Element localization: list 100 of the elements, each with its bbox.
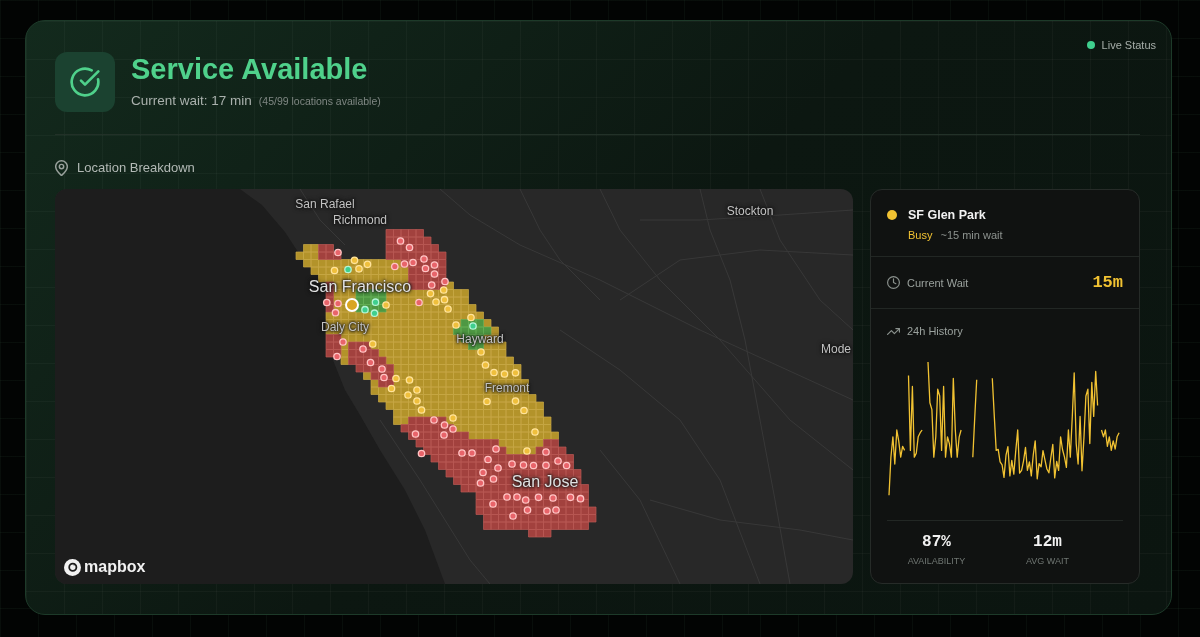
map-marker-icon[interactable] <box>549 494 557 502</box>
map-marker-icon[interactable] <box>511 397 520 405</box>
map-marker-icon[interactable] <box>519 461 528 469</box>
map-marker-icon[interactable] <box>430 416 438 424</box>
map-marker-icon[interactable] <box>484 455 492 464</box>
map-place-label: San Rafael <box>295 197 355 211</box>
map-marker-icon[interactable] <box>350 256 359 265</box>
map-marker-icon[interactable] <box>387 384 396 393</box>
map-marker-icon[interactable] <box>511 368 520 377</box>
map-marker-icon[interactable] <box>330 266 339 275</box>
map-marker-icon[interactable] <box>396 237 405 245</box>
map-marker-icon[interactable] <box>368 340 377 348</box>
map-marker-icon[interactable] <box>426 289 435 298</box>
map-marker-icon[interactable] <box>468 449 476 457</box>
map-marker-icon[interactable] <box>430 261 439 269</box>
map-marker-icon[interactable] <box>322 298 331 307</box>
map-marker-icon[interactable] <box>370 309 379 318</box>
map-marker-icon[interactable] <box>469 322 477 330</box>
map-marker-icon[interactable] <box>417 406 426 414</box>
map-marker-icon[interactable] <box>334 248 342 257</box>
map-marker-icon[interactable] <box>576 494 585 503</box>
status-title: Service Available <box>131 52 369 86</box>
location-name: SF Glen Park <box>908 207 986 224</box>
map-marker-icon[interactable] <box>415 298 423 307</box>
map-marker-icon[interactable] <box>477 348 485 356</box>
map-marker-icon[interactable] <box>333 352 341 361</box>
map-marker-icon[interactable] <box>483 397 491 406</box>
current-wait-text: Current wait: 17 min <box>131 92 252 110</box>
map-marker-icon[interactable] <box>449 414 457 422</box>
map-marker-icon[interactable] <box>382 301 390 309</box>
map-marker-icon[interactable] <box>334 299 342 308</box>
map-marker-icon[interactable] <box>529 461 538 470</box>
map-marker-icon[interactable] <box>520 406 528 415</box>
map-marker-icon[interactable] <box>467 313 475 322</box>
map-attribution[interactable]: mapbox <box>84 558 146 576</box>
map-marker-icon[interactable] <box>400 260 409 268</box>
map-marker-icon[interactable] <box>413 386 421 394</box>
map-marker-icon[interactable] <box>440 295 449 304</box>
map-marker-icon[interactable] <box>494 464 502 472</box>
map-marker-icon[interactable] <box>490 368 498 377</box>
map-marker-icon[interactable] <box>430 270 439 278</box>
map-marker-icon[interactable] <box>441 277 449 286</box>
map-marker-icon[interactable] <box>339 338 347 346</box>
map-marker-icon[interactable] <box>427 281 436 289</box>
map-marker-icon[interactable] <box>439 286 448 294</box>
map-marker-icon[interactable] <box>481 361 490 369</box>
map-marker-icon[interactable] <box>513 493 521 501</box>
current-wait-label: Current Wait <box>907 275 969 291</box>
map-marker-icon[interactable] <box>543 507 551 515</box>
map-marker-icon[interactable] <box>331 308 340 317</box>
map-marker-icon[interactable] <box>523 506 532 514</box>
map-marker-icon[interactable] <box>534 493 543 502</box>
logo-icon <box>64 558 81 576</box>
map-marker-icon[interactable] <box>476 479 485 487</box>
map-marker-icon[interactable] <box>489 475 498 483</box>
map-marker-icon[interactable] <box>420 255 428 263</box>
map-marker-icon[interactable] <box>413 397 421 405</box>
map-marker-icon[interactable] <box>355 264 363 273</box>
map-marker-icon[interactable] <box>552 506 560 514</box>
map-marker-icon[interactable] <box>500 370 509 378</box>
map-marker-icon[interactable] <box>503 493 511 501</box>
map-marker-icon[interactable] <box>479 468 487 477</box>
map-marker-icon[interactable] <box>378 365 386 373</box>
map-marker-icon[interactable] <box>421 264 430 273</box>
map-marker-icon[interactable] <box>449 425 457 433</box>
map-marker-icon[interactable] <box>380 373 388 382</box>
map-marker-icon[interactable] <box>440 421 449 429</box>
map-marker-icon[interactable] <box>432 298 440 306</box>
map-marker-icon[interactable] <box>417 449 426 458</box>
selected-marker-icon[interactable] <box>345 298 359 312</box>
map-marker-icon[interactable] <box>366 358 375 367</box>
map-marker-icon[interactable] <box>508 460 516 468</box>
map-marker-icon[interactable] <box>392 374 400 383</box>
map-marker-icon[interactable] <box>521 496 530 504</box>
map-marker-icon[interactable] <box>566 493 575 502</box>
map-marker-icon[interactable] <box>458 449 466 457</box>
map-marker-icon[interactable] <box>531 428 539 436</box>
map-marker-icon[interactable] <box>523 447 531 455</box>
map-marker-icon[interactable] <box>542 448 550 456</box>
map-marker-icon[interactable] <box>452 321 460 329</box>
map-marker-icon[interactable] <box>492 445 500 453</box>
map-marker-icon[interactable] <box>489 500 497 508</box>
map-marker-icon[interactable] <box>444 305 452 313</box>
map-marker-icon[interactable] <box>344 265 352 274</box>
map-marker-icon[interactable] <box>405 376 414 384</box>
map-marker-icon[interactable] <box>359 345 367 353</box>
map-marker-icon[interactable] <box>542 461 550 470</box>
map-marker-icon[interactable] <box>409 258 417 267</box>
map-marker-icon[interactable] <box>562 461 571 470</box>
map-marker-icon[interactable] <box>390 262 399 271</box>
map-marker-icon[interactable] <box>371 298 380 307</box>
map-marker-icon[interactable] <box>363 260 372 269</box>
map-marker-icon[interactable] <box>361 305 369 314</box>
map-marker-icon[interactable] <box>411 430 420 438</box>
map-marker-icon[interactable] <box>405 243 414 252</box>
map-marker-icon[interactable] <box>554 457 562 465</box>
map-marker-icon[interactable] <box>404 391 412 399</box>
map-marker-icon[interactable] <box>440 431 448 439</box>
stat-value: 87% <box>922 532 951 552</box>
map-marker-icon[interactable] <box>509 512 517 520</box>
